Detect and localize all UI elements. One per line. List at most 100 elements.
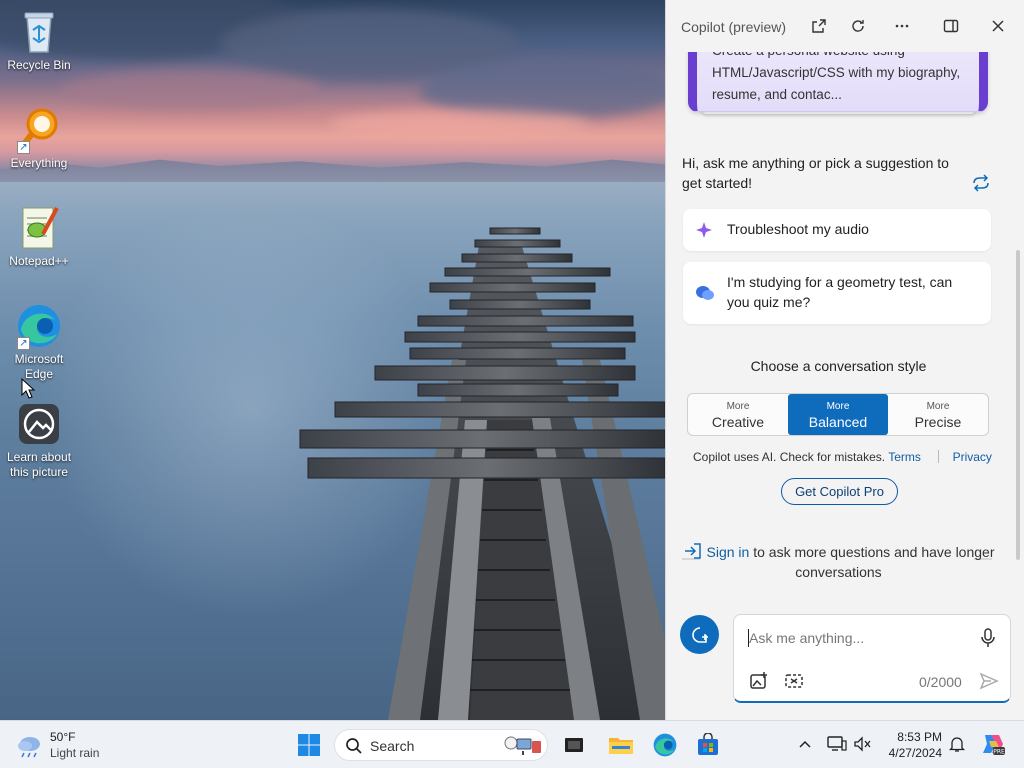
split-view-icon (943, 19, 959, 33)
file-explorer-button[interactable] (605, 729, 637, 761)
style-sub-label: More (726, 401, 750, 412)
windows-start-icon (298, 734, 320, 756)
taskbar: 50°F Light rain Search 8:53 PM 4/27/2024… (0, 720, 1024, 768)
send-icon (979, 672, 999, 690)
weather-widget[interactable]: 50°F Light rain (16, 730, 126, 762)
ai-disclaimer: Copilot uses AI. Check for mistakes. Ter… (693, 450, 992, 464)
disclaimer-text: Copilot uses AI. Check for mistakes. (693, 450, 886, 464)
chat-bubbles-icon (696, 286, 714, 300)
taskbar-search[interactable]: Search (334, 729, 548, 761)
refresh-icon (852, 20, 864, 32)
svg-text:PRE: PRE (993, 749, 1005, 756)
copilot-taskbar-button[interactable]: PRE (979, 731, 1005, 757)
open-in-new-window-button[interactable] (807, 14, 831, 38)
sparkle-icon (696, 222, 712, 238)
clock-time: 8:53 PM (897, 730, 942, 744)
suggestion-troubleshoot-audio[interactable]: Troubleshoot my audio (683, 209, 991, 251)
edge-taskbar-button[interactable] (649, 729, 681, 761)
show-hidden-icons-button[interactable] (794, 733, 816, 755)
edge-icon: ↗ (15, 302, 63, 350)
sign-in-text: to ask more questions and have longer co… (753, 544, 995, 580)
weather-description: Light rain (50, 746, 100, 760)
open-in-new-window-icon (812, 19, 826, 33)
desktop-icon-label: Recycle Bin (7, 58, 71, 72)
desktop-icon-label: Microsoft Edge (14, 352, 64, 381)
send-button[interactable] (979, 671, 999, 691)
style-sub-label: More (826, 401, 850, 412)
rain-cloud-icon (18, 737, 40, 758)
more-options-button[interactable] (890, 14, 914, 38)
suggestion-text: I'm studying for a geometry test, can yo… (727, 274, 953, 310)
close-button[interactable] (986, 14, 1010, 38)
file-explorer-icon (609, 738, 633, 754)
panel-scrollbar[interactable] (1016, 250, 1020, 560)
everything-search-icon: ↗ (15, 106, 63, 154)
refresh-button[interactable] (846, 14, 870, 38)
learn-about-picture-icon (15, 400, 63, 448)
desktop-icon-label: Everything (10, 156, 68, 170)
weather-temperature: 50°F (50, 730, 76, 744)
ask-input[interactable] (749, 627, 969, 649)
conversation-style-label: Choose a conversation style (750, 358, 927, 374)
split-view-button[interactable] (939, 14, 963, 38)
start-button[interactable] (293, 729, 325, 761)
system-clock[interactable]: 8:53 PM 4/27/2024 (858, 729, 942, 761)
task-view-icon (565, 738, 583, 752)
style-main-label: Precise (914, 414, 962, 430)
clock-date: 4/27/2024 (888, 746, 942, 760)
shortcut-arrow-icon: ↗ (17, 141, 30, 154)
desktop-icon-label: Learn about this picture (6, 450, 72, 479)
close-icon (992, 20, 1004, 32)
desktop-icon-notepad-plus-plus[interactable]: Notepad++ (1, 204, 77, 269)
new-topic-button[interactable] (680, 615, 719, 654)
more-options-icon (895, 24, 909, 28)
desktop-icon-everything[interactable]: ↗ Everything (1, 106, 77, 171)
network-display-tray[interactable] (826, 733, 848, 755)
microsoft-store-button[interactable] (692, 729, 724, 761)
privacy-link[interactable]: Privacy (953, 450, 992, 464)
sign-in-prompt: Sign in to ask more questions and have l… (666, 542, 1011, 582)
style-main-label: Balanced (808, 414, 868, 430)
screenshot-button[interactable] (784, 671, 804, 691)
display-icon (827, 736, 847, 751)
suggestion-text: Troubleshoot my audio (727, 221, 869, 237)
swap-arrows-icon (973, 174, 989, 192)
style-balanced-button[interactable]: More Balanced (788, 394, 888, 435)
sign-in-icon (684, 543, 701, 559)
desktop-icon-label: Notepad++ (9, 254, 69, 268)
style-sub-label: More (926, 401, 950, 412)
style-main-label: Creative (711, 414, 765, 430)
desktop-icon-microsoft-edge[interactable]: ↗ Microsoft Edge (1, 302, 77, 382)
suggestion-geometry-quiz[interactable]: I'm studying for a geometry test, can yo… (683, 262, 991, 324)
copilot-panel: Create a personal website using HTML/Jav… (665, 0, 1024, 720)
recycle-bin-icon (15, 8, 63, 56)
notifications-button[interactable] (946, 733, 968, 755)
conversation-style-selector: More Creative More Balanced More Precise (687, 393, 989, 436)
terms-link[interactable]: Terms (888, 450, 921, 464)
style-creative-button[interactable]: More Creative (688, 394, 788, 435)
get-copilot-pro-button[interactable]: Get Copilot Pro (781, 478, 898, 505)
shortcut-arrow-icon: ↗ (17, 337, 30, 350)
copilot-title: Copilot (preview) (681, 19, 787, 35)
add-image-icon (750, 672, 767, 689)
chevron-up-icon (799, 740, 811, 748)
copilot-greeting: Hi, ask me anything or pick a suggestion… (682, 155, 949, 191)
refresh-suggestions-button[interactable] (971, 174, 991, 192)
sign-in-link[interactable]: Sign in (707, 544, 750, 560)
edge-icon (653, 733, 677, 757)
add-image-button[interactable] (749, 671, 769, 691)
new-chat-icon (691, 626, 708, 643)
desktop-icon-learn-about-picture[interactable]: Learn about this picture (1, 400, 77, 480)
notification-bell-icon (948, 737, 966, 752)
desktop-icon-recycle-bin[interactable]: Recycle Bin (1, 8, 77, 73)
desktop: Recycle Bin ↗ Everything Notepad++ ↗ Mic… (0, 0, 665, 720)
microphone-button[interactable] (979, 627, 997, 649)
style-precise-button[interactable]: More Precise (888, 394, 988, 435)
store-icon (698, 733, 718, 755)
search-label: Search (370, 738, 415, 754)
task-view-button[interactable] (558, 729, 590, 761)
microphone-icon (981, 628, 995, 647)
search-highlight-icon (504, 736, 541, 755)
notepad-plus-plus-icon (15, 204, 63, 252)
screenshot-icon (785, 674, 803, 688)
